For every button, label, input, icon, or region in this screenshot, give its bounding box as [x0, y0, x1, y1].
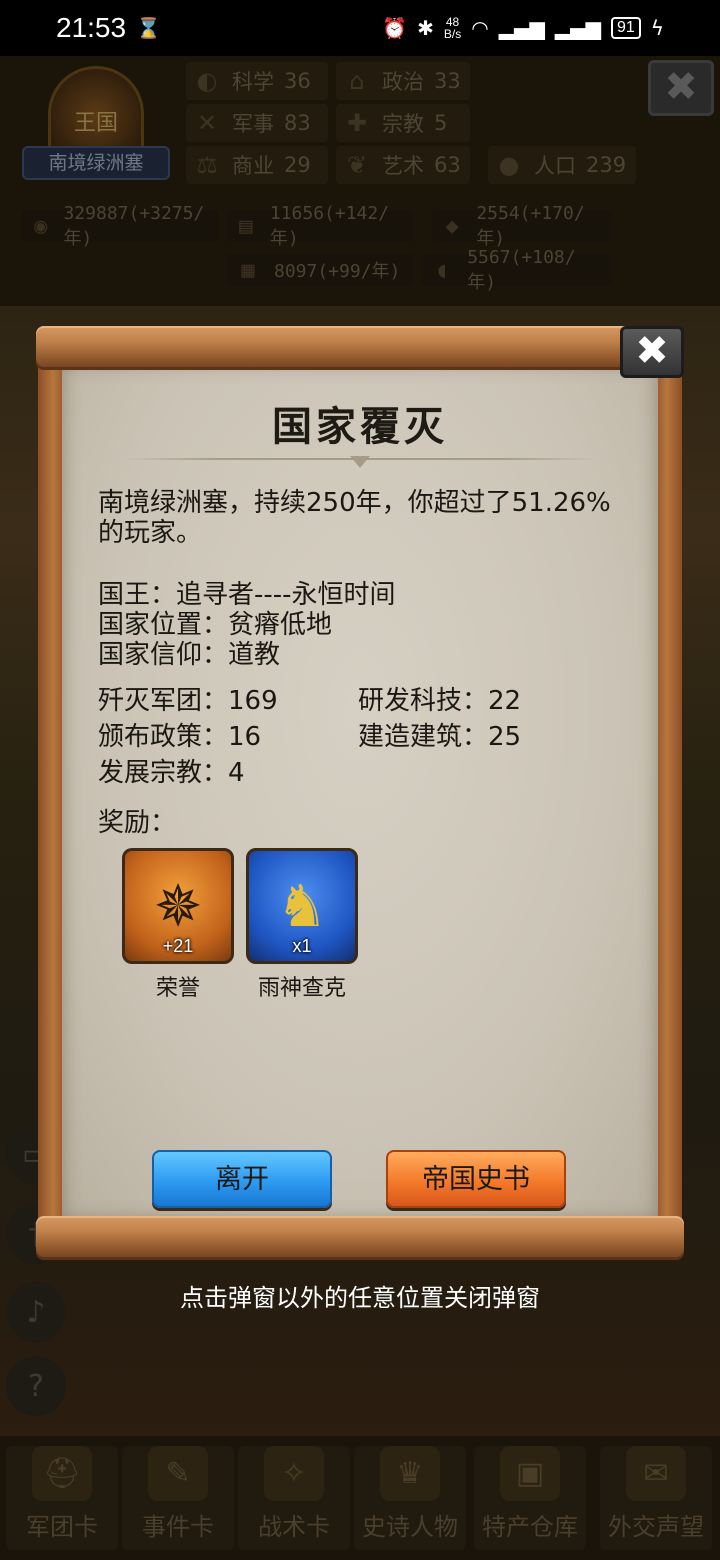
summary-text: 南境绿洲塞，持续250年，你超过了51.26%的玩家。: [98, 488, 611, 548]
resource-meat: ◖ 5567(+108/年): [420, 247, 612, 293]
faith-text: 国家信仰：道教: [98, 640, 281, 670]
status-icons: ⏰ ✱ 48 B/s ◠ ▂▄▆ ▂▄▆ 91 ϟ: [382, 16, 664, 40]
wifi-icon: ◠: [471, 16, 489, 40]
chest-icon: ▣: [500, 1446, 560, 1501]
king-text: 国王：追寻者----永恒时间: [98, 580, 396, 610]
reward-hero[interactable]: ♞ x1 雨神查克: [246, 848, 358, 1002]
tactic-icon: ✧: [264, 1446, 324, 1501]
scroll-paper: 国家覆灭 南境绿洲塞，持续250年，你超过了51.26%的玩家。 国王：追寻者-…: [62, 364, 658, 1220]
resource-wood: ▤ 11656(+142/年): [226, 203, 414, 249]
alarm-icon: ⏰: [382, 16, 408, 40]
hero-portrait-icon: ♞ x1: [246, 848, 358, 964]
reward-count: x1: [292, 936, 312, 956]
stat-commerce: ⚖ 商业 29: [186, 146, 328, 184]
event-icon: ✎: [148, 1446, 208, 1501]
letter-icon: ✉: [626, 1446, 686, 1501]
tab-event-cards[interactable]: ✎ 事件卡: [122, 1446, 234, 1550]
rewards-label: 奖励：: [98, 808, 177, 838]
researched-tech-text: 研发科技：22: [358, 686, 522, 716]
signal-icon-2: ▂▄▆: [554, 16, 601, 40]
politics-icon: ⌂: [349, 67, 365, 95]
tab-epic-heroes[interactable]: ♛ 史诗人物: [354, 1446, 466, 1550]
battery-icon: 91: [611, 17, 641, 39]
reward-count: +21: [162, 936, 194, 956]
tab-diplomacy[interactable]: ✉ 外交声望: [600, 1446, 712, 1550]
title-divider: [122, 456, 598, 468]
stat-science: ◐ 科学 36: [186, 62, 328, 100]
military-icon: ✕: [196, 109, 218, 137]
art-icon: ❦: [346, 151, 368, 179]
tab-specialty-warehouse[interactable]: ▣ 特产仓库: [474, 1446, 586, 1550]
stat-religion: ✚ 宗教 5: [336, 104, 470, 142]
honor-medal-icon: ✵ +21: [122, 848, 234, 964]
game-top-bar: 王国 南境绿洲塞 ◐ 科学 36 ⌂ 政治 33 ✕ 军事 83 ✚ 宗教 5 ⚖ 商业…: [0, 56, 720, 306]
hourglass-icon: ⌛: [136, 16, 161, 40]
stat-art: ❦ 艺术 63: [336, 146, 470, 184]
helmet-icon: ⛑: [32, 1446, 92, 1501]
reward-name: 荣誉: [155, 976, 200, 1001]
status-bar: 21:53 ⌛ ⏰ ✱ 48 B/s ◠ ▂▄▆ ▂▄▆ 91 ϟ: [0, 0, 720, 56]
reward-honor[interactable]: ✵ +21 荣誉: [122, 848, 234, 1002]
resource-gold: ◉ 329887(+3275/年): [22, 203, 218, 249]
scroll-bottom-rod: [36, 1216, 684, 1260]
issued-policies-text: 颁布政策：16: [98, 722, 262, 752]
wood-icon: ▤: [239, 213, 253, 239]
background-close-icon[interactable]: ✖: [648, 60, 714, 116]
religion-icon: ✚: [346, 109, 368, 137]
kingdom-name: 南境绿洲塞: [22, 146, 170, 180]
tab-tactic-cards[interactable]: ✧ 战术卡: [238, 1446, 350, 1550]
help-icon[interactable]: ?: [6, 1356, 66, 1416]
bluetooth-icon: ✱: [417, 16, 434, 40]
empire-history-button[interactable]: 帝国史书: [386, 1150, 566, 1208]
location-text: 国家位置：贫瘠低地: [98, 610, 333, 640]
science-icon: ◐: [196, 67, 218, 95]
dismiss-hint: 点击弹窗以外的任意位置关闭弹窗: [180, 1284, 540, 1312]
scroll-top-rod: [36, 326, 684, 370]
tab-legion-cards[interactable]: ⛑ 军团卡: [6, 1446, 118, 1550]
charging-icon: ϟ: [650, 16, 664, 40]
signal-icon: ▂▄▆: [498, 16, 545, 40]
bottom-tab-bar: ⛑ 军团卡 ✎ 事件卡 ✧ 战术卡 ♛ 史诗人物 ▣ 特产仓库 ✉ 外交声望: [0, 1436, 720, 1560]
meat-icon: ◖: [434, 257, 449, 283]
stat-military: ✕ 军事 83: [186, 104, 328, 142]
dialog-title: 国家覆灭: [272, 404, 448, 450]
destroyed-legions-text: 歼灭军团：169: [98, 686, 278, 716]
status-time: 21:53: [56, 12, 127, 43]
kingdom-fallen-dialog[interactable]: 国家覆灭 南境绿洲塞，持续250年，你超过了51.26%的玩家。 国王：追寻者-…: [36, 326, 684, 1261]
gold-icon: ◉: [34, 213, 48, 239]
person-icon: ●: [498, 151, 520, 179]
close-icon[interactable]: ✖: [620, 326, 684, 378]
developed-religions-text: 发展宗教：4: [98, 758, 245, 788]
scales-icon: ⚖: [196, 151, 218, 179]
reward-name: 雨神查克: [257, 976, 346, 1001]
built-buildings-text: 建造建筑：25: [358, 722, 522, 752]
resource-stone: ▦ 8097(+99/年): [226, 254, 414, 286]
leave-button[interactable]: 离开: [152, 1150, 332, 1208]
stone-icon: ▦: [241, 257, 255, 283]
resource-iron: ◆ 2554(+170/年): [432, 203, 612, 249]
iron-icon: ◆: [445, 213, 459, 239]
net-speed: 48 B/s: [443, 15, 462, 41]
crown-icon: ♛: [380, 1446, 440, 1501]
stat-population: ● 人口 239: [488, 146, 636, 184]
stat-politics: ⌂ 政治 33: [336, 62, 470, 100]
